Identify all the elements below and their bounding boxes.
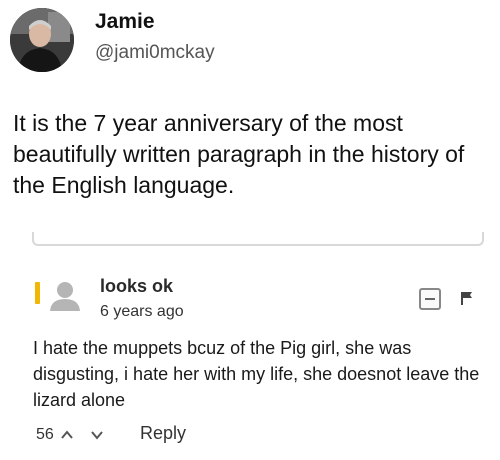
- reply-button[interactable]: Reply: [140, 423, 186, 444]
- author-avatar[interactable]: [10, 8, 74, 72]
- comment-timestamp: 6 years ago: [100, 303, 184, 320]
- vote-count: 56: [36, 426, 54, 443]
- vote-controls: 56: [36, 424, 104, 446]
- comment-username[interactable]: looks ok: [100, 276, 173, 297]
- chevron-down-icon[interactable]: [90, 428, 104, 442]
- embedded-screenshot-border: [32, 232, 484, 246]
- author-name[interactable]: Jamie: [95, 10, 155, 34]
- flag-icon[interactable]: [460, 291, 474, 305]
- default-user-icon: [50, 282, 80, 311]
- comment-body: I hate the muppets bcuz of the Pig girl,…: [33, 338, 480, 410]
- minus-icon: [425, 298, 435, 300]
- comment-accent-bar: [35, 282, 40, 304]
- author-handle[interactable]: @jami0mckay: [95, 42, 215, 64]
- tweet-header: Jamie @jami0mckay: [10, 6, 490, 72]
- collapse-button[interactable]: [419, 288, 441, 310]
- tweet-text: It is the 7 year anniversary of the most…: [13, 110, 465, 198]
- chevron-up-icon[interactable]: [60, 428, 74, 442]
